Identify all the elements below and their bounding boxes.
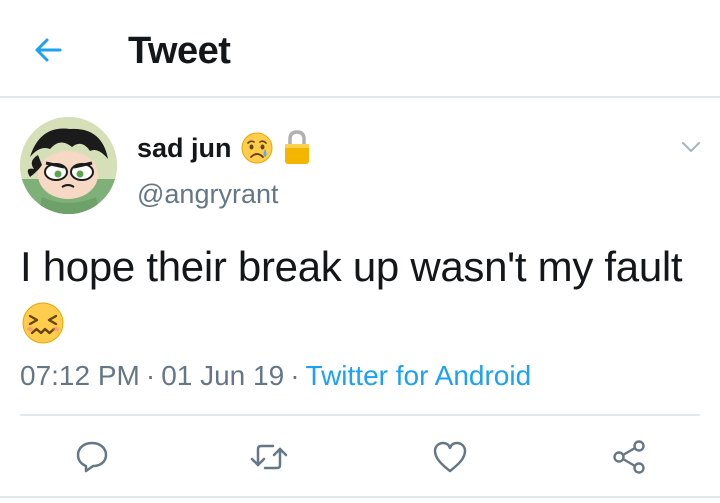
meta-separator: ·: [290, 360, 300, 391]
tweet-source-link[interactable]: Twitter for Android: [306, 360, 532, 391]
chevron-down-icon[interactable]: [676, 132, 706, 162]
author-name-row[interactable]: sad jun: [137, 128, 312, 168]
meta-separator: ·: [145, 360, 156, 391]
avatar-image: [20, 117, 117, 214]
avatar[interactable]: [20, 117, 117, 214]
top-app-bar: Tweet: [0, 0, 720, 98]
display-name[interactable]: sad jun: [137, 130, 232, 166]
tweet-metadata: 07:12 PM · 01 Jun 19 · Twitter for Android: [20, 358, 531, 394]
divider: [0, 496, 720, 498]
confounded-face-emoji-icon: [22, 302, 64, 344]
worried-face-with-tear-emoji-icon: [241, 132, 273, 164]
retweet-icon: [250, 444, 288, 470]
user-handle[interactable]: @angryrant: [137, 177, 278, 211]
retweet-button[interactable]: [247, 435, 291, 479]
tweet-time: 07:12 PM: [20, 360, 140, 391]
lock-icon: [284, 130, 309, 164]
page-title: Tweet: [128, 30, 231, 72]
reply-icon: [76, 441, 108, 473]
share-icon: [613, 440, 645, 474]
arrow-left-icon: [35, 38, 62, 62]
tweet-text: I hope their break up wasn't my fault: [20, 243, 683, 290]
like-button[interactable]: [428, 435, 472, 479]
divider: [20, 414, 700, 416]
heart-icon: [433, 441, 467, 473]
reply-button[interactable]: [70, 435, 114, 479]
back-button[interactable]: [28, 30, 68, 70]
tweet-date: 01 Jun 19: [161, 360, 285, 391]
share-button[interactable]: [607, 435, 651, 479]
